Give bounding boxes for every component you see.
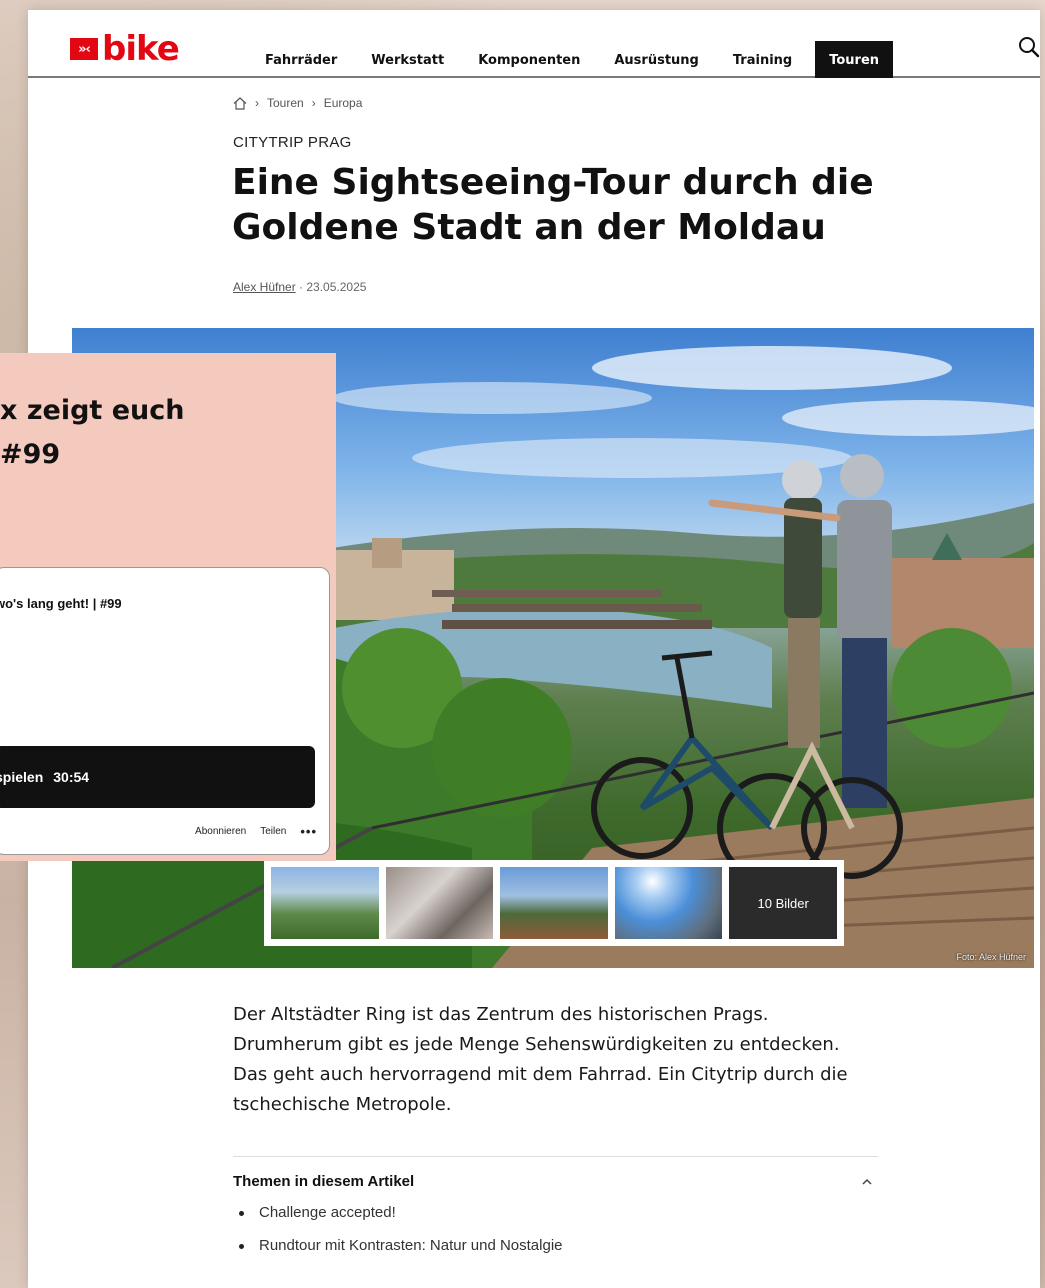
- play-label: spielen: [0, 769, 44, 785]
- table-of-contents: Themen in diesem Artikel Challenge accep…: [233, 1156, 878, 1270]
- episode-duration: 30:54: [53, 769, 90, 785]
- nav-training[interactable]: Training: [716, 41, 809, 78]
- article-kicker: CITYTRIP PRAG: [233, 134, 352, 151]
- byline: Alex Hüfner · 23.05.2025: [233, 280, 366, 294]
- more-options-icon[interactable]: •••: [300, 824, 317, 839]
- breadcrumb-separator: ›: [255, 96, 259, 110]
- share-button[interactable]: Teilen: [260, 826, 286, 837]
- toc-item[interactable]: Rundtour mit Kontrasten: Natur und Nosta…: [233, 1237, 878, 1254]
- breadcrumb-separator: ›: [311, 96, 316, 110]
- toc-item[interactable]: Challenge accepted!: [233, 1204, 878, 1221]
- publish-date: · 23.05.2025: [295, 280, 367, 294]
- gallery-thumb[interactable]: [614, 867, 723, 939]
- photo-credit: Foto: Alex Hüfner: [956, 952, 1026, 962]
- home-icon[interactable]: [233, 96, 247, 110]
- promo-line: #99: [0, 439, 61, 470]
- gallery-thumb[interactable]: [385, 867, 494, 939]
- search-icon[interactable]: [1018, 36, 1040, 58]
- nav-fahrraeder[interactable]: Fahrräder: [248, 41, 354, 78]
- nav-ausruestung[interactable]: Ausrüstung: [597, 41, 716, 78]
- player-actions: Abonnieren Teilen •••: [195, 824, 317, 839]
- bike-logo[interactable]: »‹ bike: [70, 29, 180, 69]
- play-button[interactable]: spielen 30:54: [0, 746, 315, 808]
- gallery-more-button[interactable]: 10 Bilder: [729, 867, 837, 939]
- breadcrumb: › Touren › Europa: [233, 96, 362, 110]
- promo-line: x zeigt euch: [0, 395, 185, 426]
- gallery-thumb[interactable]: [271, 867, 379, 939]
- site-header: »‹ bike Fahrräder Werkstatt Komponenten …: [28, 10, 1040, 78]
- article-headline: Eine Sightseeing-Tour durch die Goldene …: [232, 162, 874, 248]
- podcast-player: wo's lang geht! | #99 spielen 30:54 Abon…: [0, 567, 330, 855]
- author-link[interactable]: Alex Hüfner: [233, 280, 296, 294]
- nav-komponenten[interactable]: Komponenten: [461, 41, 597, 78]
- subscribe-button[interactable]: Abonnieren: [195, 826, 246, 837]
- nav-werkstatt[interactable]: Werkstatt: [354, 41, 461, 78]
- logo-text: bike: [102, 29, 180, 69]
- nav-touren[interactable]: Touren: [815, 41, 894, 78]
- logo-mark-icon: »‹: [70, 38, 98, 60]
- article-lead: Der Altstädter Ring ist das Zentrum des …: [233, 1004, 848, 1115]
- toc-list: Challenge accepted! Rundtour mit Kontras…: [233, 1204, 878, 1254]
- gallery-thumbnails: 10 Bilder: [264, 860, 844, 946]
- episode-title[interactable]: wo's lang geht! | #99: [0, 596, 122, 611]
- gallery-thumb[interactable]: [500, 867, 608, 939]
- podcast-promo-title: x zeigt euch #99: [0, 389, 330, 477]
- chevron-up-icon[interactable]: [860, 1175, 874, 1189]
- main-nav: Fahrräder Werkstatt Komponenten Ausrüstu…: [248, 41, 894, 78]
- breadcrumb-europa[interactable]: Europa: [324, 96, 363, 110]
- breadcrumb-touren[interactable]: Touren: [267, 96, 304, 110]
- toc-title: Themen in diesem Artikel: [233, 1173, 415, 1190]
- toc-header[interactable]: Themen in diesem Artikel: [233, 1157, 878, 1190]
